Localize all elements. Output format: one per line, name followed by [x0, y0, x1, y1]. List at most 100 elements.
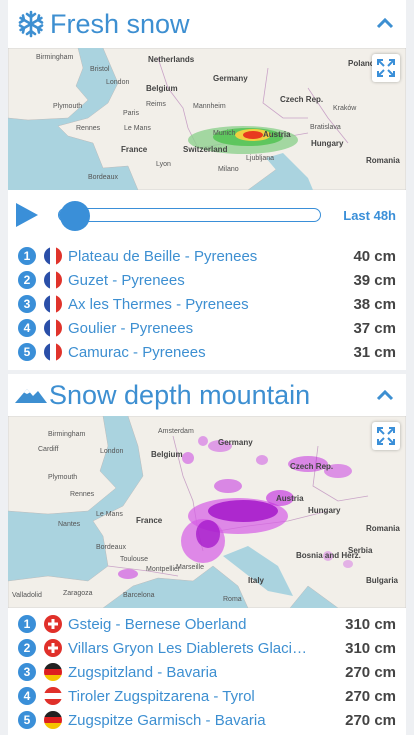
resort-region[interactable]: Pyrenees — [185, 296, 248, 313]
resort-region[interactable]: Pyrenees — [121, 272, 184, 289]
timeline-slider[interactable] — [58, 208, 321, 222]
map-label: London — [100, 448, 124, 455]
separator: - — [201, 711, 215, 729]
map-label: Bordeaux — [88, 174, 118, 181]
resort-place[interactable]: Zugspitze Garmisch — [68, 712, 201, 729]
resort-region[interactable]: Pyrenees — [130, 320, 193, 337]
map-label: Milano — [218, 166, 239, 173]
list-item[interactable]: 3 Ax les Thermes - Pyrenees 38 cm — [8, 292, 406, 316]
resort-place[interactable]: Goulier — [68, 320, 116, 337]
timeline-thumb[interactable] — [60, 201, 90, 231]
resort-place[interactable]: Tiroler Zugspitzarena — [68, 688, 209, 705]
resort-name[interactable]: Tiroler Zugspitzarena - Tyrol — [68, 688, 255, 705]
flag-switzerland-icon — [44, 639, 62, 657]
resort-name[interactable]: Goulier - Pyrenees — [68, 320, 193, 337]
resort-name[interactable]: Guzet - Pyrenees — [68, 272, 185, 289]
resort-name[interactable]: Zugspitzland - Bavaria — [68, 664, 217, 681]
flag-austria-icon — [44, 687, 62, 705]
collapse-chevron-up-icon[interactable] — [374, 14, 396, 32]
map-label: Italy — [248, 576, 265, 585]
resort-place[interactable]: Villars Gryon Les Diablerets Glaci… — [68, 640, 307, 657]
resort-region[interactable]: Pyrenees — [142, 344, 205, 361]
map-label: Le Mans — [96, 511, 123, 518]
snow-value: 39 cm — [353, 271, 396, 289]
map-label: Romania — [366, 156, 400, 165]
list-item[interactable]: 5 Camurac - Pyrenees 31 cm — [8, 340, 406, 364]
map-label: Austria — [263, 130, 291, 139]
map-label: Ljubljana — [246, 155, 275, 162]
rank-badge: 3 — [18, 663, 36, 681]
map-label: Plymouth — [53, 103, 83, 110]
resort-name[interactable]: Gsteig - Bernese Oberland — [68, 616, 246, 633]
separator: - — [209, 687, 223, 705]
map-label: Mannheim — [193, 103, 226, 110]
list-item[interactable]: 4 Tiroler Zugspitzarena - Tyrol 270 cm — [8, 684, 406, 708]
fresh-snow-card: Fresh snow Netherlands Germany Poland Be… — [8, 0, 406, 370]
resort-place[interactable]: Gsteig — [68, 616, 111, 633]
list-item[interactable]: 1 Plateau de Beille - Pyrenees 40 cm — [8, 244, 406, 268]
resort-name[interactable]: Camurac - Pyrenees — [68, 344, 206, 361]
play-icon[interactable] — [16, 203, 38, 227]
snow-depth-card: Snow depth mountain Germany Belgium Czec… — [8, 374, 406, 735]
snow-value: 38 cm — [353, 295, 396, 313]
flag-france-icon — [44, 271, 62, 289]
snow-value: 310 cm — [345, 639, 396, 657]
resort-region[interactable]: Pyrenees — [194, 248, 257, 265]
rank-badge: 1 — [18, 615, 36, 633]
mountain-icon — [14, 383, 48, 407]
list-item[interactable]: 2 Guzet - Pyrenees 39 cm — [8, 268, 406, 292]
map-label: Germany — [213, 74, 248, 83]
map-label: Le Mans — [124, 125, 151, 132]
resort-name[interactable]: Plateau de Beille - Pyrenees — [68, 248, 257, 265]
resort-region[interactable]: Bavaria — [215, 712, 266, 729]
map-label: Serbia — [348, 546, 373, 555]
snow-depth-list: 1 Gsteig - Bernese Oberland 310 cm 2 Villars… — [8, 608, 406, 732]
snow-value: 270 cm — [345, 711, 396, 729]
snow-value: 40 cm — [353, 247, 396, 265]
map-label: Bristol — [90, 66, 110, 73]
timeline-player: Last 48h — [8, 190, 406, 240]
expand-map-icon[interactable] — [372, 54, 400, 82]
snow-depth-map[interactable]: Germany Belgium Czech Rep. France Austri… — [8, 416, 406, 608]
list-item[interactable]: 4 Goulier - Pyrenees 37 cm — [8, 316, 406, 340]
resort-region[interactable]: Bavaria — [166, 664, 217, 681]
map-label: Bratislava — [310, 124, 341, 131]
rank-badge: 3 — [18, 295, 36, 313]
snow-value: 310 cm — [345, 615, 396, 633]
collapse-chevron-up-icon[interactable] — [374, 386, 396, 404]
list-item[interactable]: 5 Zugspitze Garmisch - Bavaria 270 cm — [8, 708, 406, 732]
map-label: Poland — [348, 59, 375, 68]
resort-place[interactable]: Ax les Thermes — [68, 296, 172, 313]
resort-place[interactable]: Camurac — [68, 344, 129, 361]
section-title: Snow depth mountain — [49, 379, 311, 410]
map-label: Bulgaria — [366, 576, 399, 585]
resort-region[interactable]: Tyrol — [222, 688, 255, 705]
map-label: Plymouth — [48, 474, 78, 481]
map-label: Kraków — [333, 105, 357, 112]
resort-name[interactable]: Ax les Thermes - Pyrenees — [68, 296, 249, 313]
flag-france-icon — [44, 319, 62, 337]
resort-place[interactable]: Guzet — [68, 272, 108, 289]
rank-badge: 1 — [18, 247, 36, 265]
list-item[interactable]: 2 Villars Gryon Les Diablerets Glaci… 310 … — [8, 636, 406, 660]
snow-depth-header[interactable]: Snow depth mountain — [8, 374, 406, 416]
map-label: Austria — [276, 494, 304, 503]
map-label: Germany — [218, 438, 253, 447]
resort-name[interactable]: Zugspitze Garmisch - Bavaria — [68, 712, 266, 729]
resort-place[interactable]: Plateau de Beille — [68, 248, 181, 265]
rank-badge: 4 — [18, 687, 36, 705]
fresh-snow-map[interactable]: Netherlands Germany Poland Belgium Czech… — [8, 48, 406, 190]
time-range-label[interactable]: Last 48h — [343, 208, 396, 223]
map-label: Czech Rep. — [280, 95, 324, 104]
fresh-snow-header[interactable]: Fresh snow — [8, 0, 406, 48]
rank-badge: 5 — [18, 711, 36, 729]
list-item[interactable]: 3 Zugspitzland - Bavaria 270 cm — [8, 660, 406, 684]
flag-switzerland-icon — [44, 615, 62, 633]
map-label: Birmingham — [36, 54, 74, 61]
expand-map-icon[interactable] — [372, 422, 400, 450]
resort-place[interactable]: Zugspitzland — [68, 664, 153, 681]
list-item[interactable]: 1 Gsteig - Bernese Oberland 310 cm — [8, 612, 406, 636]
map-label: Hungary — [311, 139, 344, 148]
resort-name[interactable]: Villars Gryon Les Diablerets Glaci… — [68, 640, 307, 657]
resort-region[interactable]: Bernese Oberland — [125, 616, 247, 633]
